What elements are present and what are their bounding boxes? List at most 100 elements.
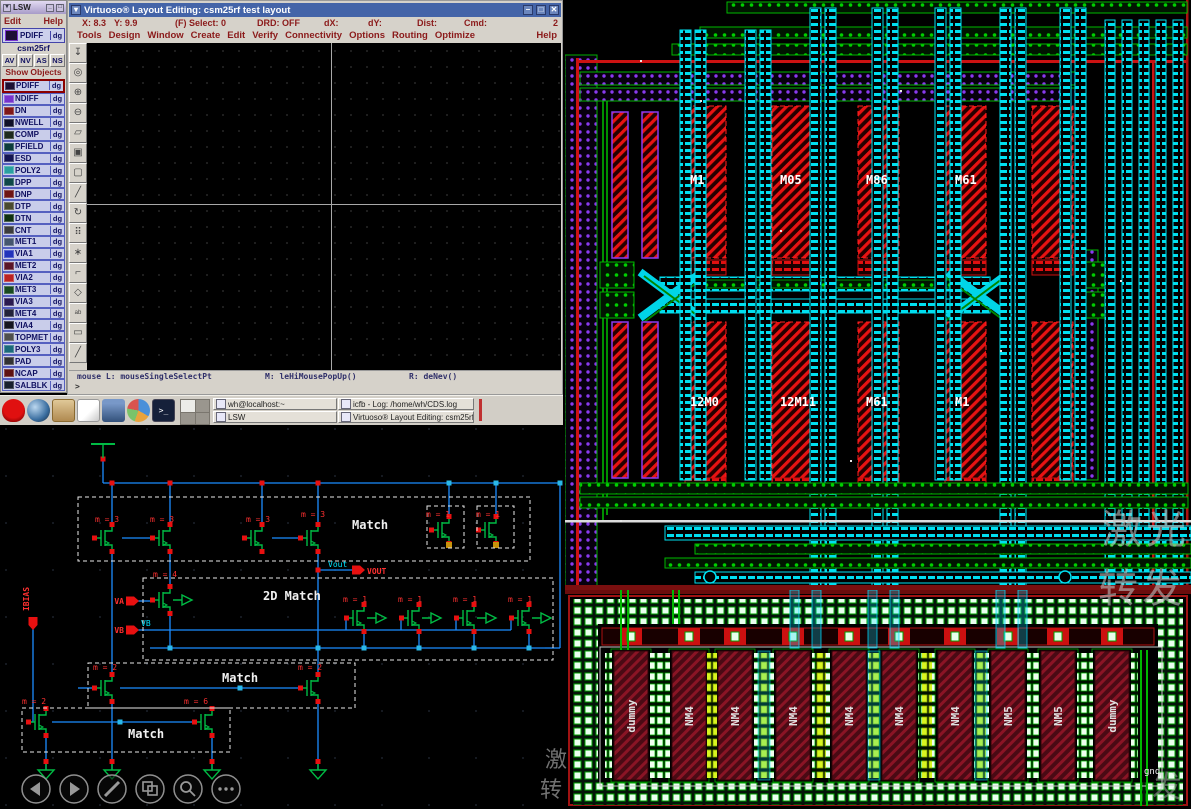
menu-edit[interactable]: Edit	[227, 30, 245, 41]
instance-icon[interactable]: ⠿	[69, 223, 87, 243]
taskbar-window-button-2[interactable]: LSW	[213, 411, 337, 423]
layer-swatch[interactable]	[4, 286, 14, 294]
layer-row-dtp[interactable]: DTPdg	[2, 200, 65, 212]
layer-swatch[interactable]	[4, 154, 14, 162]
menu-routing[interactable]: Routing	[392, 30, 428, 41]
command-prompt[interactable]: >	[69, 382, 561, 393]
layer-swatch[interactable]	[4, 95, 14, 103]
impress-icon[interactable]	[102, 399, 125, 422]
layer-swatch[interactable]	[4, 107, 14, 115]
layer-swatch[interactable]	[4, 321, 14, 329]
layer-mode[interactable]: dg	[50, 309, 64, 318]
layer-swatch[interactable]	[4, 381, 14, 389]
ruler-icon[interactable]: ╱	[69, 343, 87, 363]
layer-mode[interactable]: dg	[50, 369, 64, 378]
workspace-1[interactable]	[181, 400, 195, 412]
layer-mode[interactable]: dg	[50, 226, 64, 235]
layer-row-esd[interactable]: ESDdg	[2, 153, 65, 165]
layer-row-cnt[interactable]: CNTdg	[2, 224, 65, 236]
next-button[interactable]	[60, 775, 88, 803]
menu-help[interactable]: Help	[536, 30, 557, 41]
edit-button[interactable]	[98, 775, 126, 803]
zoom-in-icon[interactable]: ⊕	[69, 83, 87, 103]
layer-mode[interactable]: dg	[50, 142, 64, 151]
layer-row-poly3[interactable]: POLY3dg	[2, 343, 65, 355]
zoom-out-icon[interactable]: ⊖	[69, 103, 87, 123]
layer-swatch[interactable]	[4, 214, 14, 222]
layer-mode[interactable]: dg	[50, 273, 64, 282]
taskbar-window-button-0[interactable]: wh@localhost:~	[213, 398, 337, 410]
lsw-button-av[interactable]: AV	[2, 54, 17, 67]
stretch-icon[interactable]: ▱	[69, 123, 87, 143]
layer-swatch[interactable]	[4, 369, 14, 377]
layer-row-met4[interactable]: MET4dg	[2, 308, 65, 320]
layer-row-poly2[interactable]: POLY2dg	[2, 164, 65, 176]
window-menu-icon[interactable]: ▾	[71, 5, 81, 15]
layer-swatch[interactable]	[4, 274, 14, 282]
layer-swatch[interactable]	[4, 298, 14, 306]
workspace-pager[interactable]	[180, 399, 210, 425]
layer-row-comp[interactable]: COMPdg	[2, 129, 65, 141]
label-icon[interactable]: ab	[69, 303, 87, 323]
layer-row-dtn[interactable]: DTNdg	[2, 212, 65, 224]
lsw-button-as[interactable]: AS	[34, 54, 49, 67]
layer-row-met1[interactable]: MET1dg	[2, 236, 65, 248]
layer-swatch[interactable]	[4, 238, 14, 246]
layer-mode[interactable]: dg	[50, 130, 64, 139]
layer-row-ndiff[interactable]: NDIFFdg	[2, 93, 65, 105]
menu-connectivity[interactable]: Connectivity	[285, 30, 342, 41]
browser-icon[interactable]	[27, 399, 50, 422]
layer-swatch[interactable]	[4, 250, 14, 258]
workspace-3[interactable]	[181, 413, 195, 425]
layer-row-via2[interactable]: VIA2dg	[2, 272, 65, 284]
lsw-button-ns[interactable]: NS	[50, 54, 65, 67]
maximize-icon[interactable]: □	[536, 5, 546, 15]
layer-row-met3[interactable]: MET3dg	[2, 284, 65, 296]
path-icon[interactable]: ⌐	[69, 263, 87, 283]
layer-swatch[interactable]	[4, 178, 14, 186]
current-layer-row[interactable]: PDIFF dg	[2, 28, 65, 43]
layer-mode[interactable]: dg	[50, 381, 64, 390]
layer-row-topmet[interactable]: TOPMETdg	[2, 331, 65, 343]
calc-icon[interactable]	[127, 399, 150, 422]
layer-mode[interactable]: dg	[50, 178, 64, 187]
close-icon[interactable]: ✕	[549, 5, 559, 15]
layout-bottom-view[interactable]: dummyNM4NM4NM4NM4NM4NM4NM5NM5dummy gnd	[565, 590, 1191, 809]
layer-row-via3[interactable]: VIA3dg	[2, 296, 65, 308]
layer-row-salblk[interactable]: SALBLKdg	[2, 379, 65, 391]
lsw-titlebar[interactable]: ▾ LSW _ □	[1, 1, 66, 14]
layer-mode[interactable]: dg	[50, 297, 64, 306]
rect-icon[interactable]: ▭	[69, 323, 87, 343]
menu-options[interactable]: Options	[349, 30, 385, 41]
layer-row-via4[interactable]: VIA4dg	[2, 319, 65, 331]
layer-swatch[interactable]	[4, 166, 14, 174]
layer-row-via1[interactable]: VIA1dg	[2, 248, 65, 260]
window-menu-icon[interactable]: ▾	[3, 4, 11, 12]
layer-swatch[interactable]	[4, 333, 14, 341]
layer-mode[interactable]: dg	[49, 81, 63, 90]
layer-row-dnp[interactable]: DNPdg	[2, 188, 65, 200]
writer-icon[interactable]	[77, 399, 100, 422]
minimize-icon[interactable]: –	[523, 5, 533, 15]
layer-row-nwell[interactable]: NWELLdg	[2, 117, 65, 129]
delete-icon[interactable]: ▢	[69, 163, 87, 183]
virtuoso-titlebar[interactable]: ▾ Virtuoso® Layout Editing: csm25rf test…	[69, 3, 561, 17]
layer-mode[interactable]: dg	[50, 154, 64, 163]
zoom-fit-icon[interactable]: ◎	[69, 63, 87, 83]
schematic-view[interactable]: Match 2D Match Match Match m = 3 m = 3 m…	[0, 425, 565, 809]
layer-mode[interactable]: dg	[50, 345, 64, 354]
menu-optimize[interactable]: Optimize	[435, 30, 475, 41]
menu-tools[interactable]: Tools	[77, 30, 102, 41]
layer-row-pfield[interactable]: PFIELDdg	[2, 141, 65, 153]
maximize-icon[interactable]: □	[56, 4, 64, 12]
layer-mode[interactable]: dg	[50, 321, 64, 330]
layer-row-ncap[interactable]: NCAPdg	[2, 367, 65, 379]
layer-swatch[interactable]	[4, 190, 14, 198]
layer-swatch[interactable]	[4, 226, 14, 234]
collage-button[interactable]	[136, 775, 164, 803]
layer-swatch[interactable]	[4, 119, 14, 127]
more-button[interactable]	[212, 775, 240, 803]
layer-row-pdiff[interactable]: PDIFFdg	[2, 79, 65, 93]
layer-mode[interactable]: dg	[50, 237, 64, 246]
taskbar-window-button-3[interactable]: Virtuoso® Layout Editing: csm25rf	[338, 411, 474, 423]
